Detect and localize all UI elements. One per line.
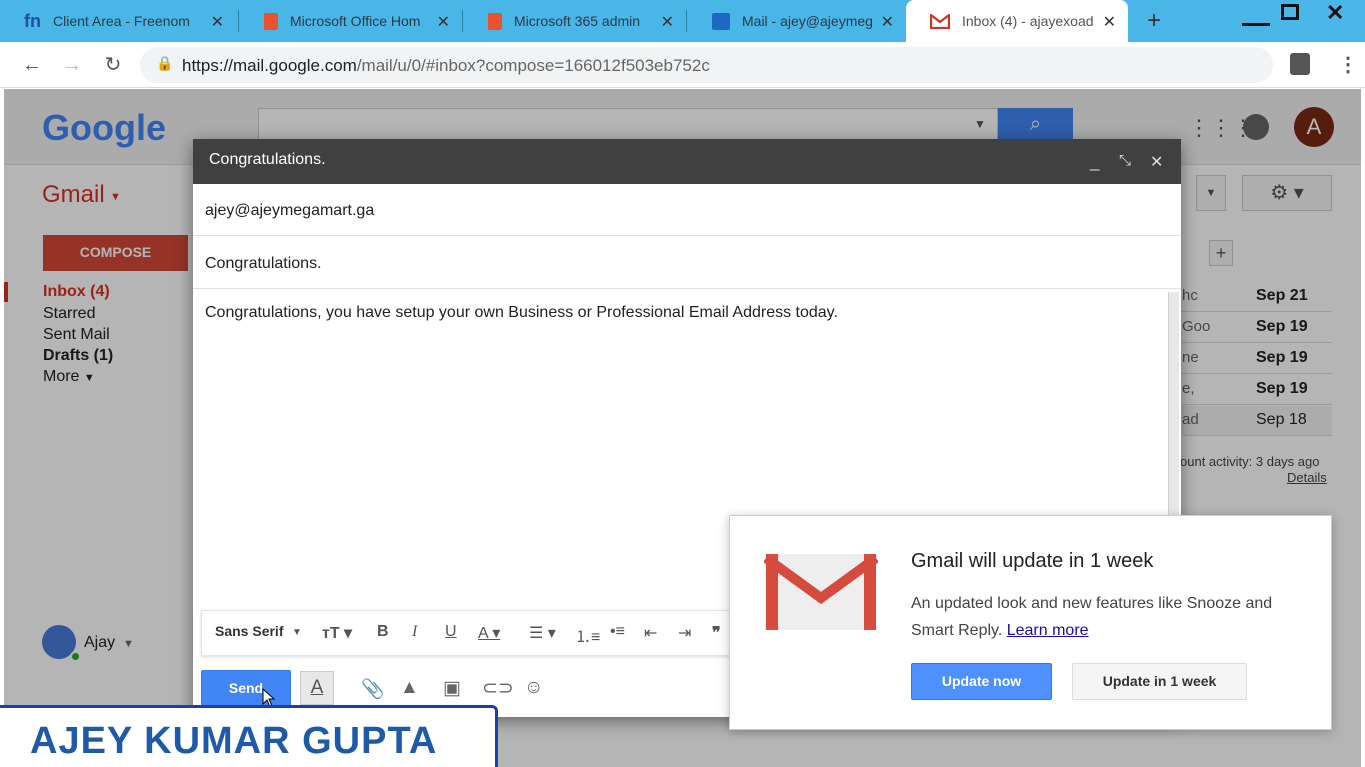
url-host: https://mail.google.com [182, 56, 357, 75]
forward-button[interactable]: → [58, 52, 86, 80]
tab-outlook-mail[interactable]: Mail - ajey@ajeymeg ✕ [688, 0, 906, 42]
close-icon[interactable]: ✕ [211, 12, 224, 32]
align-icon[interactable]: ☰ ▾ [529, 623, 556, 643]
text-color-icon[interactable]: A ▾ [478, 623, 500, 643]
tab-title: Microsoft 365 admin [514, 13, 641, 29]
tab-365-admin[interactable]: Microsoft 365 admin ✕ [464, 0, 686, 42]
numbered-list-icon[interactable]: ⒈≡ [575, 623, 600, 647]
font-size-icon[interactable]: тT ▾ [322, 623, 352, 643]
message-body[interactable]: Congratulations, you have setup your own… [205, 304, 838, 322]
minimize-icon[interactable]: _ [1090, 152, 1099, 172]
indent-more-icon[interactable]: ⇥ [678, 623, 691, 643]
popup-description: An updated look and new features like Sn… [911, 595, 1273, 639]
italic-icon[interactable]: I [412, 623, 417, 641]
tab-freenom[interactable]: fn Client Area - Freenom ✕ [0, 0, 236, 42]
close-icon[interactable]: ✕ [1103, 12, 1116, 32]
new-tab-button[interactable]: + [1147, 7, 1161, 35]
popup-text: An updated look and new features like Sn… [911, 590, 1311, 644]
close-icon[interactable]: ✕ [881, 12, 894, 32]
font-select[interactable]: Sans Serif [215, 623, 283, 639]
send-button[interactable]: Send [201, 670, 291, 706]
tab-title: Microsoft Office Hom [290, 13, 421, 29]
banner-text: AJEY KUMAR GUPTA [30, 720, 438, 762]
minimize-button[interactable] [1242, 4, 1270, 26]
indent-less-icon[interactable]: ⇤ [644, 623, 657, 643]
close-icon[interactable]: ✕ [1150, 152, 1163, 172]
update-popup: Gmail will update in 1 week An updated l… [729, 515, 1332, 730]
office-icon [264, 12, 278, 30]
clipboard-icon[interactable] [1290, 53, 1310, 75]
link-icon[interactable]: ⊂⊃ [482, 677, 514, 700]
browser-tab-bar: fn Client Area - Freenom ✕ Microsoft Off… [0, 0, 1365, 42]
freenom-icon: fn [24, 10, 41, 31]
reload-button[interactable]: ↻ [99, 52, 127, 80]
drive-icon[interactable]: ▲ [400, 677, 419, 699]
tab-title: Client Area - Freenom [53, 13, 190, 29]
maximize-button[interactable] [1281, 4, 1299, 20]
update-later-button[interactable]: Update in 1 week [1072, 663, 1247, 700]
url-path: /mail/u/0/#inbox?compose=166012f503eb752… [356, 56, 710, 75]
tab-separator [462, 10, 463, 32]
to-recipient: ajey@ajeymegamart.ga [205, 202, 375, 219]
subject-text: Congratulations. [205, 255, 322, 272]
popup-title: Gmail will update in 1 week [911, 550, 1154, 572]
tab-office-home[interactable]: Microsoft Office Hom ✕ [240, 0, 462, 42]
formatting-toolbar: Sans Serif ▼ тT ▾ B I U A ▾ ☰ ▾ ⒈≡ •≡ ⇤ … [201, 610, 761, 656]
close-icon[interactable]: ✕ [661, 12, 674, 32]
bold-icon[interactable]: B [377, 623, 389, 641]
subject-field[interactable]: Congratulations. [193, 237, 1181, 289]
url-text: https://mail.google.com/mail/u/0/#inbox?… [182, 56, 710, 76]
compose-header[interactable]: Congratulations. _ ⤡ ✕ [193, 139, 1181, 184]
tab-title: Inbox (4) - ajayexoad [962, 13, 1094, 29]
formatting-options-button[interactable]: A [300, 671, 334, 705]
lock-icon: 🔒 [156, 55, 174, 71]
office-icon [488, 12, 502, 30]
bulleted-list-icon[interactable]: •≡ [610, 623, 625, 641]
chevron-down-icon[interactable]: ▼ [292, 627, 302, 638]
gmail-logo-icon [764, 553, 878, 630]
name-banner: AJEY KUMAR GUPTA [0, 705, 498, 767]
address-bar: ← → ↻ 🔒 https://mail.google.com/mail/u/0… [0, 42, 1365, 88]
back-button[interactable]: ← [18, 52, 46, 80]
tab-gmail-inbox[interactable]: Inbox (4) - ajayexoad ✕ [906, 0, 1128, 42]
menu-icon[interactable]: ⋮ [1338, 52, 1358, 77]
emoji-icon[interactable]: ☺ [524, 677, 543, 699]
outlook-icon [712, 12, 730, 30]
photo-icon[interactable]: ▣ [443, 677, 461, 700]
compose-title: Congratulations. [209, 151, 326, 168]
tab-separator [238, 10, 239, 32]
underline-icon[interactable]: U [445, 623, 457, 641]
url-input[interactable]: 🔒 https://mail.google.com/mail/u/0/#inbo… [140, 47, 1273, 83]
tab-separator [686, 10, 687, 32]
close-icon[interactable]: ✕ [437, 12, 450, 32]
attach-icon[interactable]: 📎 [361, 677, 385, 701]
tab-title: Mail - ajey@ajeymeg [742, 13, 873, 29]
quote-icon[interactable]: ❞ [712, 623, 721, 643]
popout-icon[interactable]: ⤡ [1119, 152, 1131, 169]
window-close-button[interactable]: ✕ [1326, 0, 1344, 26]
learn-more-link[interactable]: Learn more [1007, 622, 1089, 639]
gmail-icon [930, 13, 950, 29]
to-field[interactable]: ajey@ajeymegamart.ga [193, 184, 1181, 236]
update-now-button[interactable]: Update now [911, 663, 1052, 700]
